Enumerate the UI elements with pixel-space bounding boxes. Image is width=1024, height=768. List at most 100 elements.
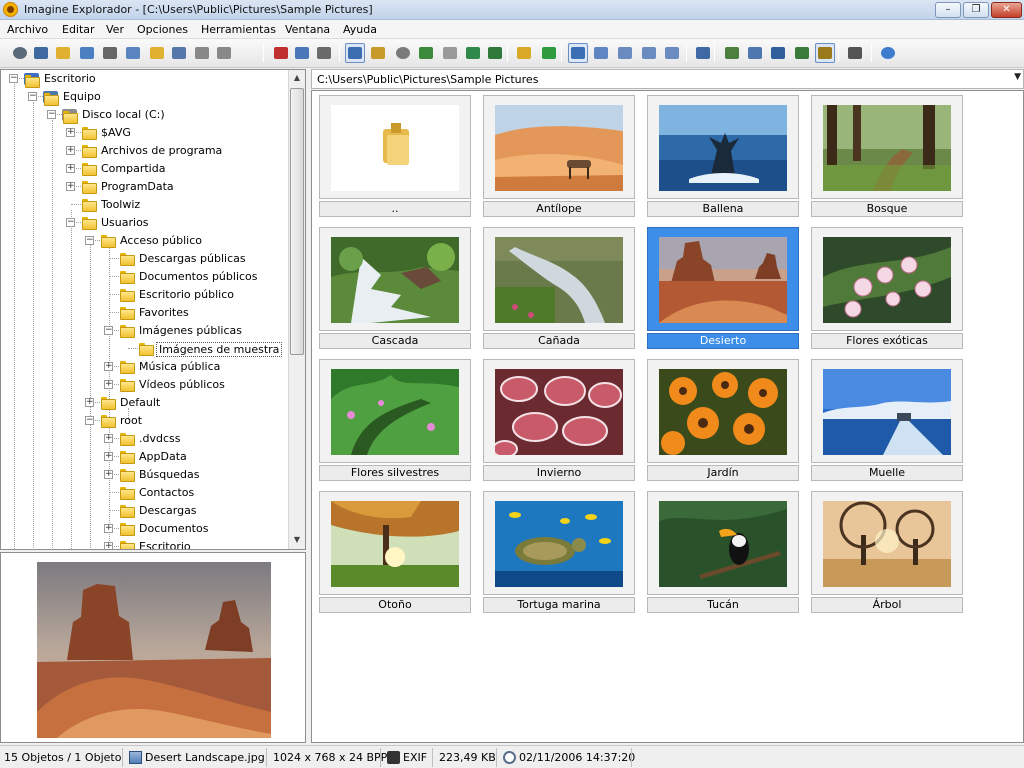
- tree-node[interactable]: − Escritorio: [1, 70, 289, 88]
- folder-up-icon[interactable]: [514, 43, 534, 63]
- collapse-icon[interactable]: −: [9, 74, 18, 83]
- save-icon[interactable]: [77, 43, 97, 63]
- tree-node[interactable]: Toolwiz: [1, 196, 289, 214]
- cut-icon[interactable]: [271, 43, 291, 63]
- small-icons-icon[interactable]: [639, 43, 659, 63]
- expand-icon[interactable]: +: [66, 164, 75, 173]
- paste-icon[interactable]: [314, 43, 334, 63]
- collapse-icon[interactable]: −: [28, 92, 37, 101]
- thumbnail-item[interactable]: Árbol: [811, 491, 963, 615]
- path-combobox[interactable]: C:\Users\Public\Pictures\Sample Pictures…: [311, 69, 1024, 89]
- large-icons-icon[interactable]: [662, 43, 682, 63]
- expand-icon[interactable]: +: [104, 524, 113, 533]
- thumbnail-item[interactable]: Jardín: [647, 359, 799, 483]
- tree-node[interactable]: + Música pública: [1, 358, 289, 376]
- view-filmstrip-icon[interactable]: [368, 43, 388, 63]
- eye-icon[interactable]: [10, 43, 30, 63]
- new-folder-icon[interactable]: [147, 43, 167, 63]
- tree-node[interactable]: + Documentos: [1, 520, 289, 538]
- view-single-icon[interactable]: [463, 43, 483, 63]
- film-icon[interactable]: [792, 43, 812, 63]
- batch-icon[interactable]: [745, 43, 765, 63]
- tree-node[interactable]: − Imágenes públicas: [1, 322, 289, 340]
- tree-node[interactable]: Descargas públicas: [1, 250, 289, 268]
- menu-ver[interactable]: Ver: [106, 23, 124, 36]
- paint-icon[interactable]: [845, 43, 865, 63]
- thumbnail-grid[interactable]: .. Antílope Ballena Bosque Cascada Cañada Desi…: [311, 90, 1024, 743]
- thumbnails-icon[interactable]: [568, 43, 588, 63]
- collapse-icon[interactable]: −: [85, 236, 94, 245]
- tree-node[interactable]: Escritorio público: [1, 286, 289, 304]
- tree-node[interactable]: − Acceso público: [1, 232, 289, 250]
- tree-node[interactable]: − Usuarios: [1, 214, 289, 232]
- tree-node[interactable]: + Vídeos públicos: [1, 376, 289, 394]
- tree-node[interactable]: Descargas: [1, 502, 289, 520]
- tree-node[interactable]: − Equipo: [1, 88, 289, 106]
- menu-archivo[interactable]: Archivo: [7, 23, 48, 36]
- collapse-icon[interactable]: −: [66, 218, 75, 227]
- view-grid-icon[interactable]: [440, 43, 460, 63]
- thumbnail-item[interactable]: Desierto: [647, 227, 799, 351]
- folder-tree[interactable]: − Escritorio − Equipo − Disco local (C:) + $AVG…: [0, 69, 306, 550]
- expand-icon[interactable]: +: [104, 434, 113, 443]
- menu-herramientas[interactable]: Herramientas: [201, 23, 276, 36]
- tree-node[interactable]: − Disco local (C:): [1, 106, 289, 124]
- slideshow-icon[interactable]: [31, 43, 51, 63]
- help-icon[interactable]: [878, 43, 898, 63]
- tree-node[interactable]: Contactos: [1, 484, 289, 502]
- tree-node[interactable]: + ProgramData: [1, 178, 289, 196]
- scroll-down-icon[interactable]: ▼: [289, 532, 305, 548]
- expand-icon[interactable]: +: [104, 470, 113, 479]
- settings-icon[interactable]: [693, 43, 713, 63]
- tree-node[interactable]: + Default: [1, 394, 289, 412]
- menu-opciones[interactable]: Opciones: [137, 23, 188, 36]
- rename-icon[interactable]: [169, 43, 189, 63]
- expand-icon[interactable]: +: [66, 128, 75, 137]
- tree-node[interactable]: − root: [1, 412, 289, 430]
- edit-icon[interactable]: [815, 43, 835, 63]
- dropdown-arrow-icon[interactable]: ▼: [1014, 72, 1021, 82]
- expand-icon[interactable]: +: [66, 146, 75, 155]
- tree-node[interactable]: Documentos públicos: [1, 268, 289, 286]
- scroll-up-icon[interactable]: ▲: [289, 70, 305, 86]
- details-icon[interactable]: [615, 43, 635, 63]
- tree-node[interactable]: Favorites: [1, 304, 289, 322]
- delete-icon[interactable]: [192, 43, 212, 63]
- view-thumb-icon[interactable]: [416, 43, 436, 63]
- parent-folder-item[interactable]: ..: [319, 95, 471, 219]
- copy-files-icon[interactable]: [123, 43, 143, 63]
- screen-capture-icon[interactable]: [768, 43, 788, 63]
- expand-icon[interactable]: +: [104, 380, 113, 389]
- thumbnail-item[interactable]: Otoño: [319, 491, 471, 615]
- menu-ayuda[interactable]: Ayuda: [343, 23, 377, 36]
- restore-button[interactable]: ❐: [963, 2, 989, 18]
- refresh-icon[interactable]: [539, 43, 559, 63]
- print-icon[interactable]: [100, 43, 120, 63]
- expand-icon[interactable]: +: [104, 452, 113, 461]
- thumbnail-item[interactable]: Cascada: [319, 227, 471, 351]
- tree-node[interactable]: + AppData: [1, 448, 289, 466]
- thumbnail-item[interactable]: Cañada: [483, 227, 635, 351]
- minimize-button[interactable]: –: [935, 2, 961, 18]
- tree-node[interactable]: + .dvdcss: [1, 430, 289, 448]
- tree-node[interactable]: + Archivos de programa: [1, 142, 289, 160]
- tree-node[interactable]: Imágenes de muestra: [1, 340, 289, 358]
- view-full-icon[interactable]: [345, 43, 365, 63]
- thumbnail-item[interactable]: Invierno: [483, 359, 635, 483]
- thumbnail-item[interactable]: Tortuga marina: [483, 491, 635, 615]
- menu-editar[interactable]: Editar: [62, 23, 95, 36]
- collapse-icon[interactable]: −: [47, 110, 56, 119]
- thumbnail-item[interactable]: Flores silvestres: [319, 359, 471, 483]
- list-icon[interactable]: [591, 43, 611, 63]
- copy-icon[interactable]: [292, 43, 312, 63]
- collapse-icon[interactable]: −: [85, 416, 94, 425]
- view-round-icon[interactable]: [393, 43, 413, 63]
- menu-ventana[interactable]: Ventana: [285, 23, 330, 36]
- thumbnail-item[interactable]: Muelle: [811, 359, 963, 483]
- close-button[interactable]: ✕: [991, 2, 1022, 18]
- thumbnail-item[interactable]: Ballena: [647, 95, 799, 219]
- expand-icon[interactable]: +: [104, 362, 113, 371]
- thumbnail-item[interactable]: Antílope: [483, 95, 635, 219]
- tree-node[interactable]: + Búsquedas: [1, 466, 289, 484]
- properties-icon[interactable]: [214, 43, 234, 63]
